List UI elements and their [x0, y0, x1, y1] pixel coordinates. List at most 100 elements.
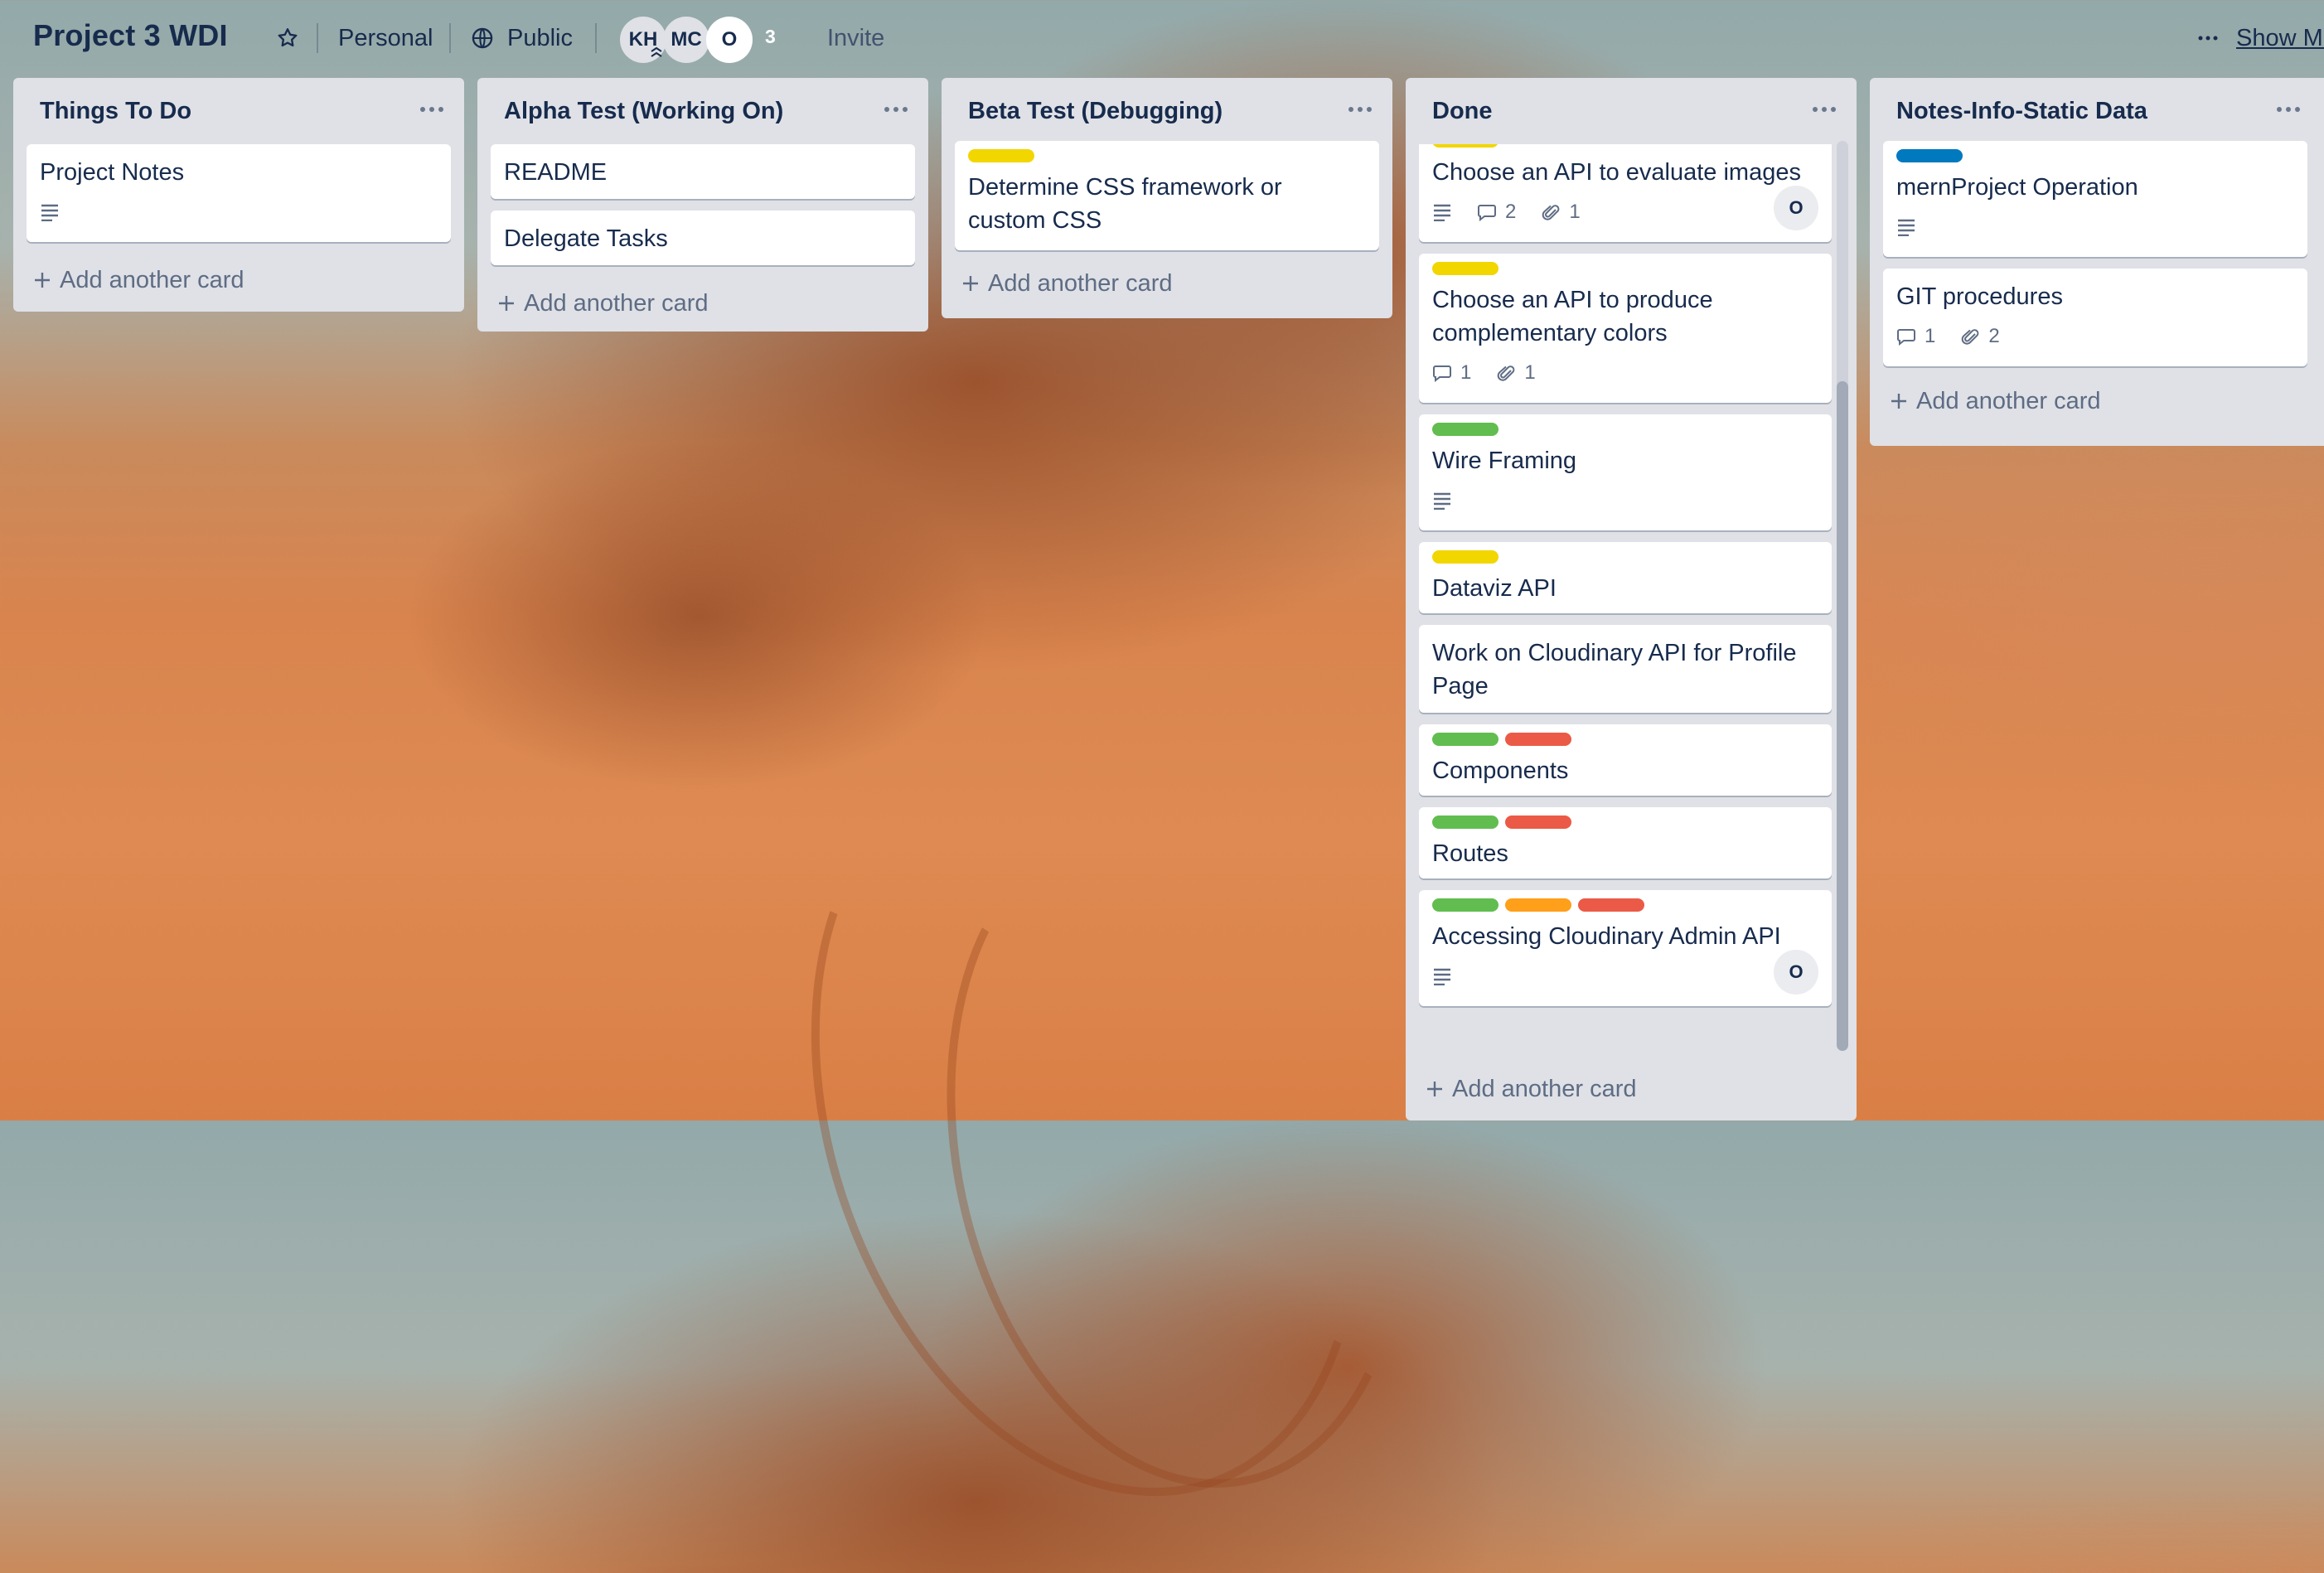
label-red[interactable] — [1505, 816, 1571, 829]
label-red[interactable] — [1578, 898, 1644, 912]
list-scrollbar[interactable] — [1837, 141, 1848, 1051]
list-beta-test: Beta Test (Debugging) Determine CSS fram… — [942, 78, 1392, 318]
ellipsis-icon — [2198, 36, 2218, 41]
list-title[interactable]: Things To Do — [40, 98, 191, 125]
attachments-badge: 2 — [1960, 325, 2000, 348]
label-orange[interactable] — [1505, 898, 1571, 912]
show-menu-button[interactable]: Show Menu — [2236, 15, 2324, 61]
board-title[interactable]: Project 3 WDI — [33, 18, 228, 53]
comment-icon — [1478, 205, 1496, 221]
list-header[interactable]: Done — [1406, 78, 1857, 144]
list-header[interactable]: Notes-Info-Static Data — [1870, 78, 2324, 144]
list-title[interactable]: Alpha Test (Working On) — [504, 98, 783, 125]
card-title: Routes — [1432, 840, 1508, 867]
star-button[interactable] — [267, 15, 308, 61]
attachments-count: 2 — [1988, 325, 2000, 347]
card-title: Components — [1432, 757, 1569, 784]
card-labels — [1432, 550, 1818, 564]
card-git-procedures[interactable]: GIT procedures 1 2 — [1883, 269, 2307, 366]
comments-count: 2 — [1505, 201, 1517, 223]
list-title[interactable]: Done — [1432, 98, 1493, 125]
list-things-to-do: Things To Do Project Notes Add another c… — [13, 78, 464, 312]
card-dataviz-api[interactable]: Dataviz API — [1419, 542, 1832, 613]
description-icon — [1434, 204, 1450, 221]
header-divider — [317, 23, 318, 53]
label-green[interactable] — [1432, 898, 1498, 912]
card-title: Choose an API to produce complementary c… — [1432, 287, 1713, 346]
add-card-button[interactable]: Add another card — [477, 277, 928, 330]
card-wire-framing[interactable]: Wire Framing — [1419, 414, 1832, 530]
card-title: Wire Framing — [1432, 448, 1577, 474]
card-title: Work on Cloudinary API for Profile Page — [1432, 640, 1797, 699]
star-icon — [278, 28, 298, 47]
list-menu-icon[interactable] — [884, 106, 908, 113]
list-menu-icon[interactable] — [1348, 106, 1373, 113]
list-menu-icon[interactable] — [419, 106, 444, 113]
card-labels — [1432, 423, 1818, 436]
label-yellow[interactable] — [1432, 262, 1498, 275]
list-header[interactable]: Beta Test (Debugging) — [942, 78, 1392, 144]
card-member-avatar[interactable]: O — [1774, 186, 1818, 230]
avatar[interactable]: O — [706, 17, 753, 63]
card-complementary-colors[interactable]: Choose an API to produce complementary c… — [1419, 254, 1832, 403]
card-title: Accessing Cloudinary Admin API — [1432, 923, 1781, 950]
label-yellow[interactable] — [1432, 550, 1498, 564]
avatar[interactable]: MC — [663, 17, 709, 63]
list-scrollbar-thumb[interactable] — [1837, 381, 1848, 1051]
label-yellow[interactable] — [1432, 144, 1498, 148]
card-badges: 1 1 — [1432, 356, 1818, 390]
add-card-button[interactable]: Add another card — [1870, 378, 2324, 424]
board-visibility-label: Public — [507, 24, 573, 51]
list-title[interactable]: Beta Test (Debugging) — [968, 98, 1223, 125]
attachment-icon — [1542, 205, 1560, 220]
team-visibility-button[interactable]: Personal — [338, 15, 433, 61]
card-project-notes[interactable]: Project Notes — [27, 144, 451, 242]
list-title[interactable]: Notes-Info-Static Data — [1896, 98, 2147, 125]
card-badges — [40, 196, 438, 229]
card-labels — [1896, 149, 2294, 162]
list-menu-icon[interactable] — [2276, 106, 2301, 113]
card-title: Dataviz API — [1432, 575, 1557, 602]
card-badges — [1432, 960, 1818, 993]
add-card-button[interactable]: Add another card — [1406, 1064, 1636, 1114]
list-header[interactable]: Things To Do — [13, 78, 464, 144]
member-count[interactable]: 3 — [765, 26, 776, 48]
label-green[interactable] — [1432, 733, 1498, 746]
card-member-avatar[interactable]: O — [1774, 950, 1818, 995]
board-header: Project 3 WDI Personal Public KH MC O 3 … — [0, 0, 2324, 76]
board-visibility-button[interactable]: Public — [471, 15, 573, 61]
admin-chevron-icon — [651, 46, 662, 57]
card-determine-css[interactable]: Determine CSS framework or custom CSS — [955, 141, 1379, 250]
card-evaluate-images[interactable]: Choose an API to evaluate images 2 1 O — [1419, 144, 1832, 242]
list-cards-scroll[interactable]: Choose an API to evaluate images 2 1 O C… — [1406, 144, 1845, 1048]
label-blue[interactable] — [1896, 149, 1963, 162]
attachments-count: 1 — [1569, 201, 1581, 223]
invite-button[interactable]: Invite — [827, 15, 884, 61]
card-labels — [968, 149, 1366, 162]
list-notes-info: Notes-Info-Static Data mernProject Opera… — [1870, 78, 2324, 446]
label-green[interactable] — [1432, 816, 1498, 829]
list-header[interactable]: Alpha Test (Working On) — [477, 78, 928, 144]
card-labels — [1432, 262, 1818, 275]
list-menu-icon[interactable] — [1812, 106, 1837, 113]
card-readme[interactable]: README — [491, 144, 915, 199]
label-red[interactable] — [1505, 733, 1571, 746]
header-divider — [449, 23, 451, 53]
more-menu-button[interactable] — [2198, 15, 2218, 61]
globe-icon — [472, 27, 493, 49]
add-card-button[interactable]: Add another card — [942, 262, 1392, 305]
card-delegate-tasks[interactable]: Delegate Tasks — [491, 211, 915, 265]
card-labels — [1432, 144, 1818, 148]
card-title: mernProject Operation — [1896, 174, 2138, 201]
card-cloudinary-profile[interactable]: Work on Cloudinary API for Profile Page — [1419, 625, 1832, 713]
label-yellow[interactable] — [968, 149, 1034, 162]
label-green[interactable] — [1432, 423, 1498, 436]
plus-icon — [1427, 1082, 1442, 1096]
card-components[interactable]: Components — [1419, 724, 1832, 796]
card-routes[interactable]: Routes — [1419, 807, 1832, 878]
card-mernproject-operation[interactable]: mernProject Operation — [1883, 141, 2307, 257]
show-menu-label: Show Menu — [2236, 24, 2324, 51]
add-card-button[interactable]: Add another card — [13, 254, 464, 307]
comment-icon — [1897, 329, 1915, 346]
card-cloudinary-admin[interactable]: Accessing Cloudinary Admin API O — [1419, 890, 1832, 1006]
